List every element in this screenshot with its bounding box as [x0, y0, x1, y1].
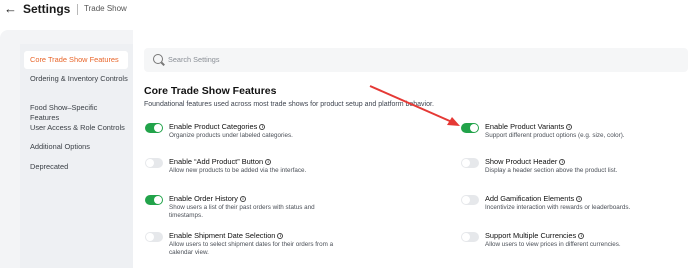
feature-description: Display a header section above the produ…	[485, 167, 618, 174]
feature-title-row: Support Multiple Currencies i	[485, 231, 585, 240]
settings-sidebar: Core Trade Show Features Ordering & Inve…	[20, 44, 133, 268]
feature-title-row: Enable Order History i	[169, 194, 247, 203]
toggle-switch[interactable]	[461, 158, 479, 168]
sidebar-item-user-access[interactable]: User Access & Role Controls	[24, 123, 128, 133]
feature-title: Enable Order History	[169, 194, 239, 203]
info-icon[interactable]: i	[559, 159, 566, 166]
feature-title-row: Add Gamification Elements i	[485, 194, 583, 203]
feature-description: Allow users to view prices in different …	[485, 241, 621, 248]
feature-title: Enable Shipment Date Selection	[169, 231, 276, 240]
toggle-switch[interactable]	[461, 232, 479, 242]
info-icon[interactable]: i	[259, 124, 266, 131]
search-input[interactable]: Search Settings	[144, 48, 688, 72]
page-title: Settings	[23, 2, 71, 16]
toggle-switch[interactable]	[145, 232, 163, 242]
section-title: Core Trade Show Features	[144, 85, 277, 97]
feature-title-row: Enable Shipment Date Selection i	[169, 231, 284, 240]
toggle-knob	[154, 124, 162, 132]
feature-description: Allow new products to be added via the i…	[169, 167, 307, 174]
feature-title-row: Enable “Add Product” Button i	[169, 157, 272, 166]
feature-description: Incentivize interaction with rewards or …	[485, 204, 631, 211]
sidebar-item-label: Deprecated	[30, 162, 69, 171]
sidebar-item-core-trade-show-features[interactable]: Core Trade Show Features	[24, 51, 128, 69]
info-icon[interactable]: i	[576, 196, 583, 203]
feature-title-row: Enable Product Variants i	[485, 122, 573, 131]
sidebar-item-label: Core Trade Show Features	[30, 55, 119, 64]
feature-title: Show Product Header	[485, 157, 558, 166]
sidebar-item-food-show[interactable]: Food Show–Specific Features	[24, 103, 128, 123]
sidebar-item-label: Ordering & Inventory Controls	[30, 74, 128, 83]
page-subtitle: Trade Show	[84, 4, 127, 13]
info-icon[interactable]: i	[240, 196, 247, 203]
search-placeholder: Search Settings	[168, 55, 220, 64]
feature-title: Enable Product Variants	[485, 122, 565, 131]
toggle-knob	[462, 233, 470, 241]
toggle-knob	[146, 233, 154, 241]
search-icon	[153, 54, 163, 64]
toggle-switch[interactable]	[145, 195, 163, 205]
sidebar-item-label: User Access & Role Controls	[30, 123, 125, 132]
sidebar-item-additional-options[interactable]: Additional Options	[24, 142, 128, 152]
info-icon[interactable]: i	[265, 159, 272, 166]
sidebar-item-ordering-inventory[interactable]: Ordering & Inventory Controls	[24, 74, 128, 84]
toggle-switch[interactable]	[145, 158, 163, 168]
feature-title-row: Enable Product Categories i	[169, 122, 266, 131]
feature-description: Show users a list of their past orders w…	[169, 204, 315, 219]
toggle-switch[interactable]	[461, 195, 479, 205]
sidebar-item-label: Food Show–Specific Features	[30, 103, 98, 122]
toggle-knob	[462, 159, 470, 167]
info-icon[interactable]: i	[277, 233, 284, 240]
section-description: Foundational features used across most t…	[144, 101, 434, 108]
toggle-knob	[146, 159, 154, 167]
arrow-left-icon[interactable]: ←	[4, 2, 18, 16]
sidebar-item-deprecated[interactable]: Deprecated	[24, 162, 128, 172]
sidebar-item-label: Additional Options	[30, 142, 90, 151]
feature-description: Support different product options (e.g. …	[485, 132, 625, 139]
feature-title: Support Multiple Currencies	[485, 231, 577, 240]
feature-title-row: Show Product Header i	[485, 157, 566, 166]
title-divider	[77, 4, 78, 15]
feature-title: Enable Product Categories	[169, 122, 258, 131]
toggle-switch[interactable]	[145, 123, 163, 133]
top-bar: ← Settings Trade Show	[0, 0, 688, 22]
toggle-knob	[470, 124, 478, 132]
feature-title: Enable “Add Product” Button	[169, 157, 264, 166]
feature-title: Add Gamification Elements	[485, 194, 575, 203]
info-icon[interactable]: i	[578, 233, 585, 240]
info-icon[interactable]: i	[566, 124, 573, 131]
toggle-knob	[462, 196, 470, 204]
feature-description: Organize products under labeled categori…	[169, 132, 293, 139]
toggle-knob	[154, 196, 162, 204]
toggle-switch[interactable]	[461, 123, 479, 133]
feature-description: Allow users to select shipment dates for…	[169, 241, 334, 256]
